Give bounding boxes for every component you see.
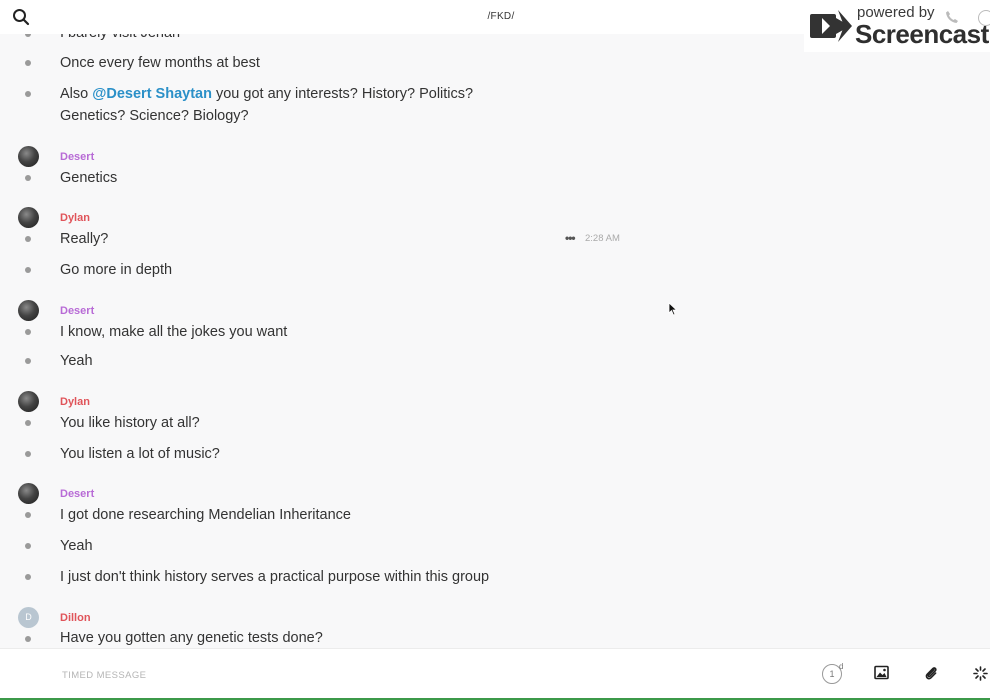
message-text: Really? xyxy=(60,231,109,247)
message-bullet xyxy=(25,267,31,273)
author-name[interactable]: Desert xyxy=(60,488,94,500)
timer-unit: d xyxy=(839,662,844,671)
image-icon[interactable] xyxy=(874,665,889,680)
message-bullet xyxy=(25,60,31,66)
message-bullet xyxy=(25,636,31,642)
message-text: Yeah xyxy=(60,538,93,554)
message-bullet xyxy=(25,329,31,335)
author-name[interactable]: Desert xyxy=(60,151,94,163)
avatar[interactable] xyxy=(18,207,39,228)
sparkle-icon[interactable] xyxy=(973,666,988,681)
message-text: I know, make all the jokes you want xyxy=(60,324,288,340)
message-bullet xyxy=(25,236,31,242)
message-feed[interactable]: I barely visit Jenah Once every few mont… xyxy=(0,34,990,648)
message-bullet xyxy=(25,91,31,97)
phone-icon[interactable] xyxy=(945,10,959,24)
message-text: Genetics xyxy=(60,170,118,186)
message-text: Have you gotten any genetic tests done? xyxy=(60,630,323,646)
message-bullet xyxy=(25,543,31,549)
message-text: Go more in depth xyxy=(60,262,173,278)
mouse-cursor-icon xyxy=(668,302,678,316)
author-name[interactable]: Dylan xyxy=(60,396,90,408)
avatar[interactable]: D xyxy=(18,607,39,628)
attachment-icon[interactable] xyxy=(923,665,938,681)
message-bullet xyxy=(25,512,31,518)
message-bullet xyxy=(25,451,31,457)
avatar[interactable] xyxy=(18,483,39,504)
message-text: I got done researching Mendelian Inherit… xyxy=(60,507,351,523)
info-icon[interactable] xyxy=(978,10,990,26)
author-name[interactable]: Dylan xyxy=(60,212,90,224)
message-text: Also @Desert Shaytan you got any interes… xyxy=(60,83,540,127)
avatar[interactable] xyxy=(18,146,39,167)
message-bullet xyxy=(25,420,31,426)
message-timestamp: 2:28 AM xyxy=(585,233,620,244)
message-text: I barely visit Jenah xyxy=(60,34,540,44)
avatar[interactable] xyxy=(18,300,39,321)
message-options-icon[interactable]: ••• xyxy=(565,231,576,245)
watermark-brand: Screencastify xyxy=(855,19,990,49)
message-input[interactable] xyxy=(60,663,664,687)
message-text-prefix: Also xyxy=(60,86,93,102)
author-name[interactable]: Dillon xyxy=(60,612,91,624)
screencastify-logo-icon xyxy=(810,10,852,42)
message-text: You listen a lot of music? xyxy=(60,446,220,462)
screencastify-watermark: powered by Screencastify xyxy=(804,0,990,52)
message-bullet xyxy=(25,358,31,364)
message-bullet xyxy=(25,175,31,181)
message-text: Once every few months at best xyxy=(60,55,260,71)
message-bullet xyxy=(25,34,31,37)
message-bullet xyxy=(25,574,31,580)
message-text: You like history at all? xyxy=(60,415,200,431)
message-text: I just don't think history serves a prac… xyxy=(60,569,490,585)
author-name[interactable]: Desert xyxy=(60,305,94,317)
avatar[interactable] xyxy=(18,391,39,412)
message-text: Yeah xyxy=(60,353,93,369)
user-mention[interactable]: @Desert Shaytan xyxy=(92,86,212,102)
